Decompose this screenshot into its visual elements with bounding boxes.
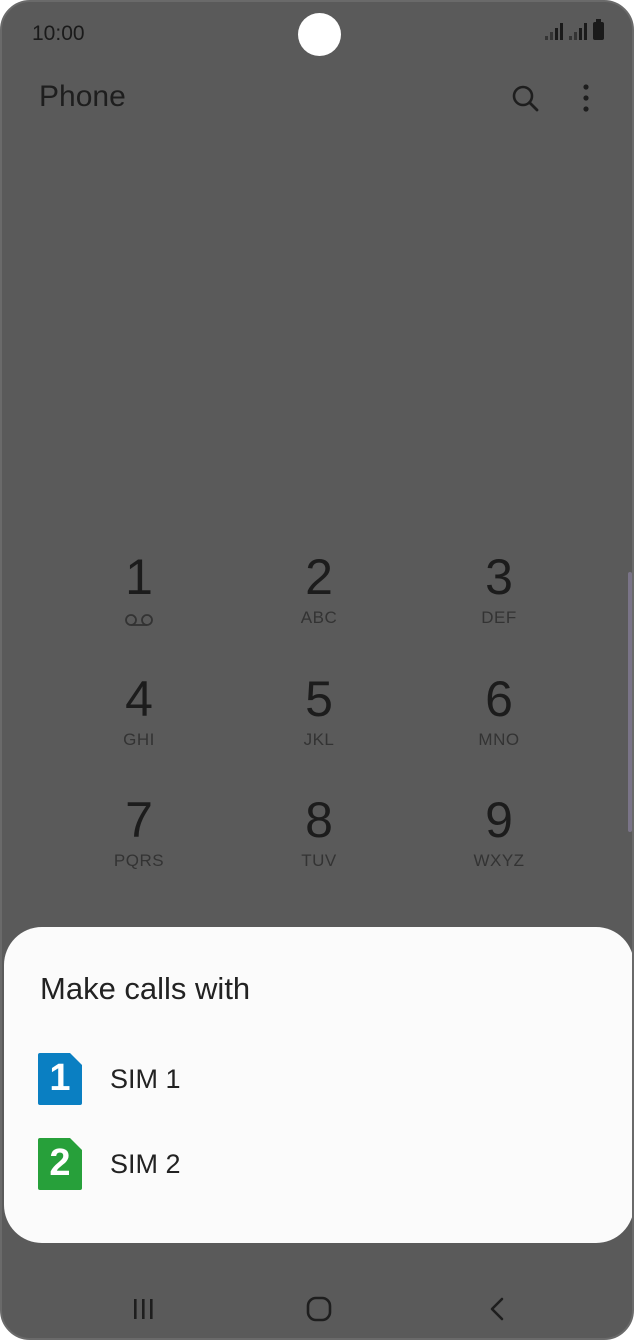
dial-key-2[interactable]: 2 ABC <box>229 547 409 667</box>
key-digit: 5 <box>305 671 333 727</box>
battery-icon <box>593 19 604 40</box>
front-camera <box>298 13 341 56</box>
dial-key-3[interactable]: 3 DEF <box>409 547 589 667</box>
dial-key-4[interactable]: 4 GHI <box>49 669 229 789</box>
phone-screen: 10:00 Phone 1 2 ABC 3 DEF 4 GHI 5 JKL 6 … <box>0 0 634 1340</box>
status-bar: 10:00 <box>2 2 632 66</box>
key-digit: 9 <box>485 792 513 848</box>
dial-key-8[interactable]: 8 TUV <box>229 790 409 910</box>
status-time: 10:00 <box>32 22 85 45</box>
key-digit: 3 <box>485 549 513 605</box>
dial-key-9[interactable]: 9 WXYZ <box>409 790 589 910</box>
navigation-bar <box>2 1272 632 1338</box>
voicemail-icon <box>125 614 153 626</box>
key-letters: ABC <box>300 608 338 627</box>
sim-1-option[interactable]: 1 SIM 1 <box>36 1047 596 1111</box>
back-icon[interactable] <box>478 1292 518 1328</box>
dial-key-7[interactable]: 7 PQRS <box>49 790 229 910</box>
key-letters: GHI <box>123 730 155 749</box>
more-vert-icon[interactable] <box>572 80 600 118</box>
status-icons <box>545 19 604 40</box>
key-digit: 8 <box>305 792 333 848</box>
sim-1-badge: 1 <box>49 1057 71 1099</box>
signal-sim2-icon <box>569 22 587 40</box>
key-letters: TUV <box>301 851 337 870</box>
key-digit: 1 <box>125 549 153 605</box>
sheet-title: Make calls with <box>40 971 251 1006</box>
signal-sim1-icon <box>545 22 563 40</box>
dial-key-6[interactable]: 6 MNO <box>409 669 589 789</box>
search-icon[interactable] <box>507 80 545 118</box>
key-letters: MNO <box>478 730 520 749</box>
key-letters: PQRS <box>113 851 165 870</box>
dial-key-5[interactable]: 5 JKL <box>229 669 409 789</box>
key-digit: 7 <box>125 792 153 848</box>
sim-2-option[interactable]: 2 SIM 2 <box>36 1132 596 1196</box>
sim-1-label: SIM 1 <box>110 1063 181 1094</box>
home-icon[interactable] <box>299 1292 339 1328</box>
sim-2-badge: 2 <box>49 1142 71 1184</box>
sim-2-label: SIM 2 <box>110 1148 181 1179</box>
key-digit: 2 <box>305 549 333 605</box>
sim-2-icon: 2 <box>36 1136 84 1192</box>
key-digit: 4 <box>125 671 153 727</box>
key-digit: 6 <box>485 671 513 727</box>
sim-1-icon: 1 <box>36 1051 84 1107</box>
dial-key-1[interactable]: 1 <box>49 547 229 667</box>
key-letters: JKL <box>303 730 335 749</box>
sim-select-sheet: Make calls with 1 SIM 1 2 SIM 2 <box>4 927 632 1243</box>
edge-panel-handle[interactable] <box>628 572 632 832</box>
app-title: Phone <box>39 80 126 113</box>
recents-icon[interactable] <box>124 1292 164 1328</box>
key-letters: WXYZ <box>473 851 525 870</box>
key-letters: DEF <box>481 608 517 627</box>
